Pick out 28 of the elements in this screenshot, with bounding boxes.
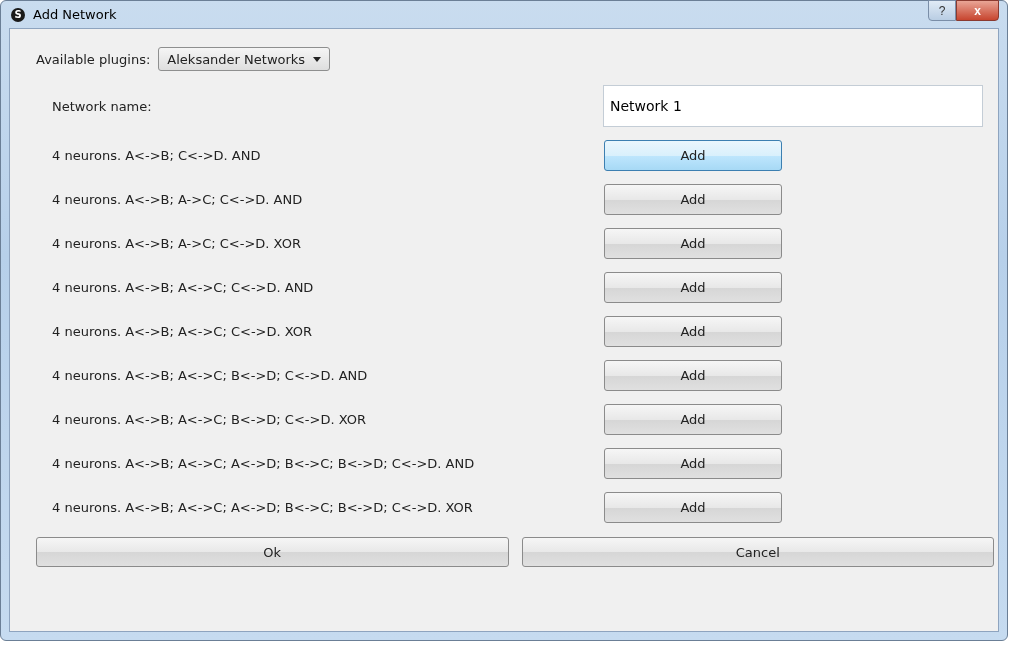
network-label: 4 neurons. A<->B; A<->C; B<->D; C<->D. XOR [52,412,367,427]
plugins-dropdown[interactable]: Aleksander Networks [158,47,331,71]
network-label: 4 neurons. A<->B; A<->C; A<->D; B<->C; B<->D; C<->D. XOR [52,500,474,515]
ok-button[interactable]: Ok [36,537,509,567]
help-button[interactable]: ? [928,0,956,21]
caret-icon [313,56,322,62]
network-label: 4 neurons. A<->B; A<->C; C<->D. XOR [52,324,314,339]
add-button[interactable]: Add [604,272,782,303]
add-button[interactable]: Add [604,316,782,347]
network-name-field[interactable]: Network 1 [603,85,983,127]
plugins-label: Available plugins: [36,51,151,67]
cancel-button[interactable]: Cancel [521,537,994,567]
add-button[interactable]: Add [604,140,782,171]
app-icon: S [11,7,25,22]
network-label: 4 neurons. A<->B; A<->C; C<->D. AND [52,280,315,295]
network-label: 4 neurons. A<->B; A->C; C<->D. AND [52,192,304,207]
network-name-label: Network name: [52,98,153,114]
add-button[interactable]: Add [604,184,782,215]
add-button[interactable]: Add [604,492,782,523]
network-label: 4 neurons. A<->B; A->C; C<->D. XOR [52,236,302,251]
network-label: 4 neurons. A<->B; A<->C; A<->D; B<->C; B<->D; C<->D. AND [52,456,476,471]
network-label: 4 neurons. A<->B; A<->C; B<->D; C<->D. AND [52,368,369,383]
window-title: Add Network [33,7,117,22]
add-button[interactable]: Add [604,360,782,391]
add-button[interactable]: Add [604,404,782,435]
add-button[interactable]: Add [604,228,782,259]
add-button[interactable]: Add [604,448,782,479]
network-label: 4 neurons. A<->B; C<->D. AND [52,148,262,163]
